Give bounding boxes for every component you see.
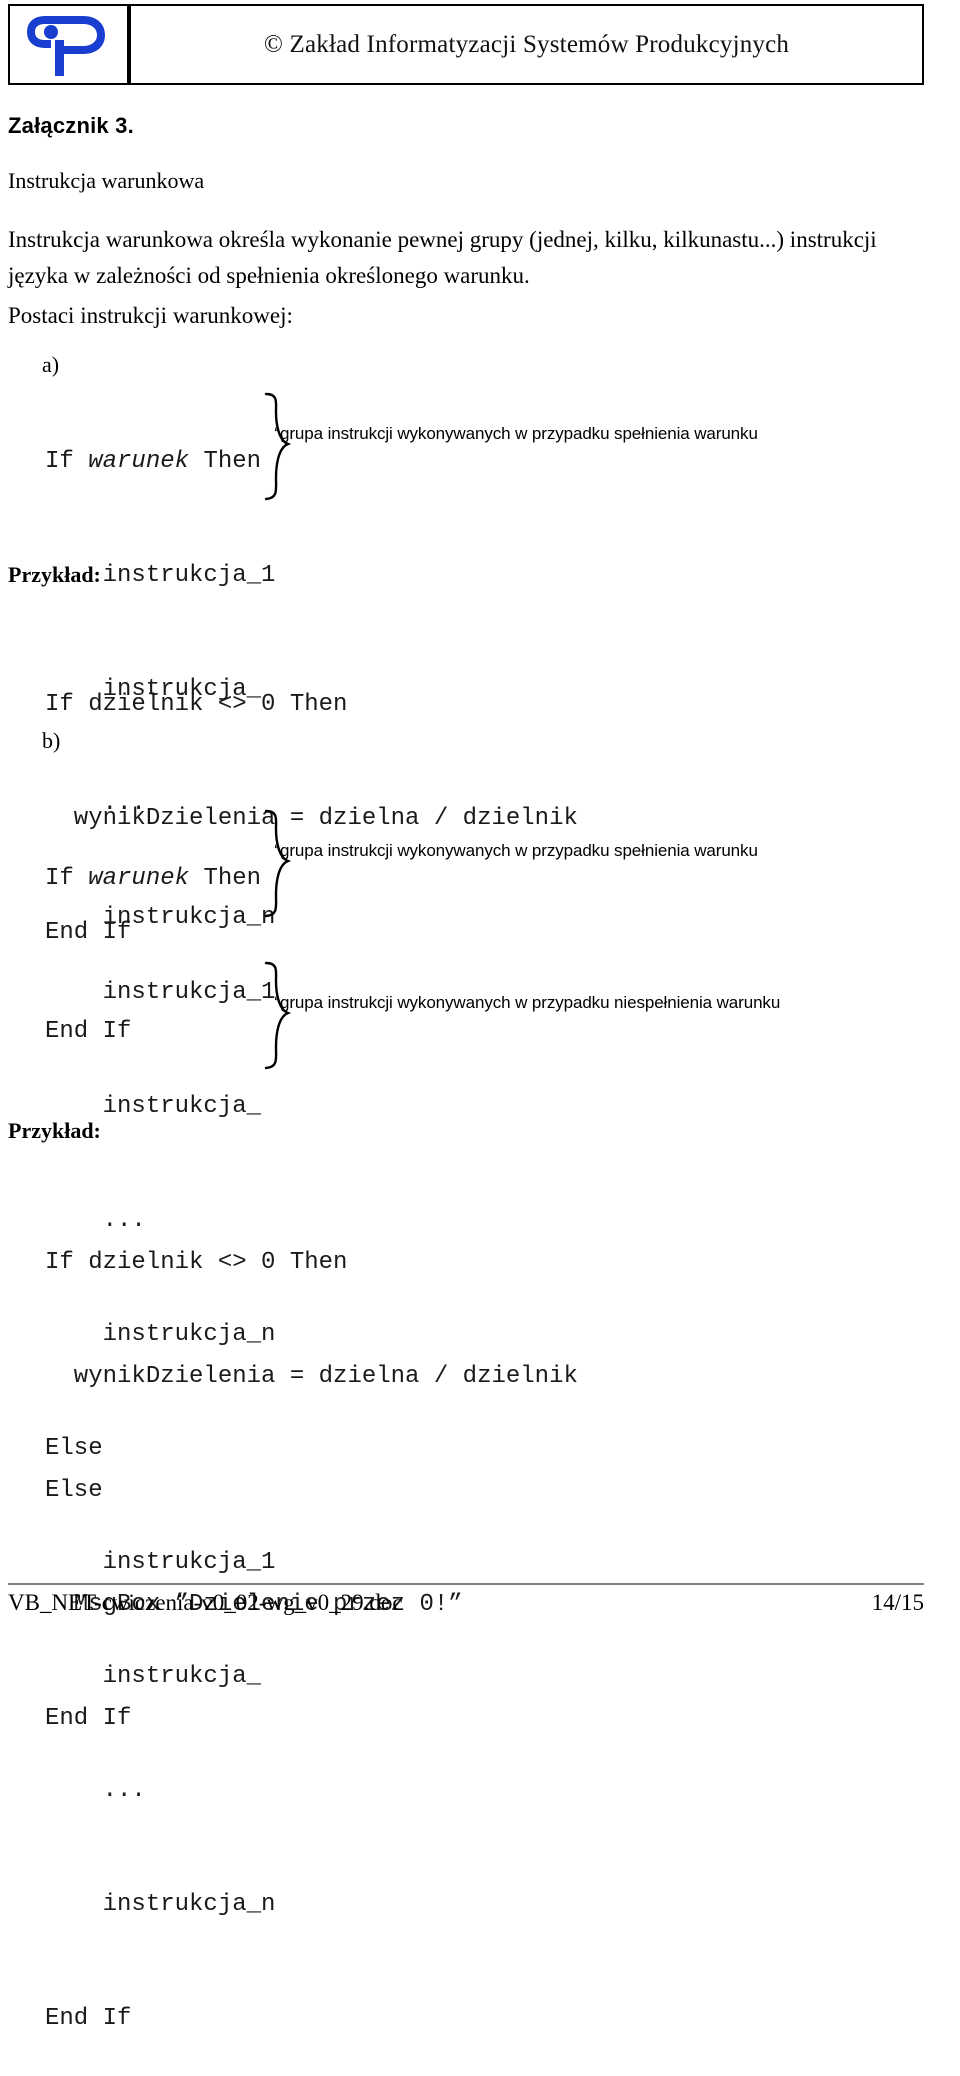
group-brace-b2 xyxy=(262,961,294,1071)
placeholder-condition: warunek xyxy=(88,865,190,892)
placeholder-condition: warunek xyxy=(88,448,190,475)
footer-page-number: 14/15 xyxy=(871,1590,924,1615)
list-marker-b: b) xyxy=(42,728,61,753)
page-title: Załącznik 3. xyxy=(8,113,134,138)
keyword-if: If xyxy=(45,448,89,475)
annotation-text-b2: grupa instrukcji wykonywanych w przypadk… xyxy=(280,993,781,1012)
organization-logo-icon xyxy=(26,15,105,76)
keyword-if: If xyxy=(45,865,89,892)
annotation-text-a: grupa instrukcji wykonywanych w przypadk… xyxy=(280,424,758,443)
code-line-if-a: If warunek Then xyxy=(45,443,275,481)
curly-brace-icon xyxy=(264,961,292,1070)
example-label-b: Przykład: xyxy=(8,1118,101,1143)
code-line-ellipsis-b2: ... xyxy=(45,1777,146,1804)
code-line: If dzielnik <> 0 Then xyxy=(45,1249,348,1276)
footer-divider xyxy=(8,1583,924,1585)
section-heading: Instrukcja warunkowa xyxy=(8,168,205,193)
footer-file-name: VB_NET-cwiczenia-v0_02-wg_v0_29.doc xyxy=(8,1590,403,1615)
intro-paragraph: Instrukcja warunkowa określa wykonanie p… xyxy=(8,227,877,288)
annotation-text-b1: grupa instrukcji wykonywanych w przypadk… xyxy=(280,841,758,860)
keyword-then: Then xyxy=(189,865,262,892)
curly-brace-icon xyxy=(264,809,292,918)
annotation-tick-b2: ‘ xyxy=(274,993,278,1012)
code-line: Else xyxy=(45,1477,103,1504)
code-line-instrukcja-n-b2: instrukcja_n xyxy=(45,1891,276,1918)
copyright-line: © Zakład Informatyzacji Systemów Produkc… xyxy=(263,30,790,58)
keyword-then: Then xyxy=(189,448,262,475)
code-line-instrukcja-1-b1: instrukcja_1 xyxy=(45,979,276,1006)
annotation-tick-b1: ‘ xyxy=(274,841,278,860)
header-title-cell: © Zakład Informatyzacji Systemów Produkc… xyxy=(129,4,924,85)
forms-label: Postaci instrukcji warunkowej: xyxy=(8,303,293,328)
group-brace-b1 xyxy=(262,809,294,919)
code-line: wynikDzielenia = dzielna / dzielnik xyxy=(45,1363,578,1390)
code-block-example-b: If dzielnik <> 0 Then wynikDzielenia = d… xyxy=(45,1168,578,1776)
example-label-a: Przykład: xyxy=(8,562,101,587)
page-footer: VB_NET-cwiczenia-v0_02-wg_v0_29.doc 14/1… xyxy=(8,1590,924,1616)
group-brace-a xyxy=(262,392,294,502)
code-line: If dzielnik <> 0 Then xyxy=(45,691,348,718)
page-header-table: © Zakład Informatyzacji Systemów Produkc… xyxy=(8,4,924,85)
code-line-end-if-b: End If xyxy=(45,2005,132,2032)
logo-cell xyxy=(8,4,129,85)
curly-brace-icon xyxy=(264,392,292,501)
annotation-tick-a: ‘ xyxy=(274,424,278,443)
code-line-if-b: If warunek Then xyxy=(45,860,275,898)
code-line: End If xyxy=(45,1705,132,1732)
